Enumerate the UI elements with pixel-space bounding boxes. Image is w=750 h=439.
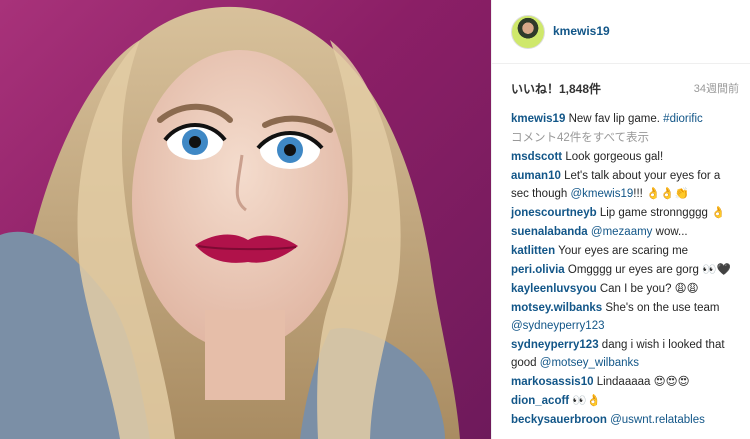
comment-item: markosassis10 Lindaaaaa 😍😍😍 (511, 373, 739, 391)
post-photo[interactable] (0, 0, 491, 439)
comment-item: beckysauerbroon @uswnt.relatables (511, 411, 739, 429)
comment-text: Lip game stronngggg (599, 207, 708, 219)
comment-username[interactable]: motsey.wilbanks (511, 302, 602, 314)
comment-username[interactable]: kayleenluvsyou (511, 283, 597, 295)
comment-emoji: !!! 👌👌👏 (633, 188, 690, 200)
comment-emoji: 👌 (711, 207, 726, 219)
comment-username[interactable]: dion_acoff (511, 395, 569, 407)
comment-username[interactable]: sydneyperry123 (511, 339, 599, 351)
caption-text: New fav lip game. (568, 113, 660, 125)
selfie-illustration (0, 6, 460, 439)
comment-text: Can I be you? (599, 283, 672, 295)
post-time[interactable]: 34週間前 (694, 80, 739, 96)
caption: kmewis19 New fav lip game. #diorific (511, 110, 739, 128)
comment-item: katlitten Your eyes are scaring me (511, 242, 739, 260)
comment-username[interactable]: beckysauerbroon (511, 414, 607, 426)
post-username[interactable]: kmewis19 (553, 24, 610, 38)
comment-emoji: wow... (652, 226, 688, 238)
comment-mention[interactable]: @kmewis19 (570, 188, 633, 200)
comment-text: Lindaaaaa (596, 376, 651, 388)
comment-mention[interactable]: @sydneyperry123 (511, 320, 605, 332)
comment-mention[interactable]: @motsey_wilbanks (540, 357, 639, 369)
comment-item: dion_acoff 👀👌 (511, 392, 739, 410)
comment-emoji: 👀🖤 (702, 264, 731, 276)
post-header: kmewis19 (492, 0, 750, 64)
comment-mention[interactable]: @mezaamy (591, 226, 653, 238)
view-all-comments-link[interactable]: コメント42件をすべて表示 (511, 129, 739, 147)
comment-item: peri.olivia Omgggg ur eyes are gorg 👀🖤 (511, 261, 739, 279)
caption-hashtag[interactable]: #diorific (663, 113, 703, 125)
comment-mention[interactable]: @uswnt.relatables (610, 414, 705, 426)
comment-item: msdscott Look gorgeous gal! (511, 148, 739, 166)
comment-item: motsey.wilbanks She's on the use team @s… (511, 299, 739, 335)
comment-list: kmewis19 New fav lip game. #diorific コメン… (511, 110, 739, 430)
comment-text: Your eyes are scaring me (558, 245, 689, 257)
comment-username[interactable]: auman10 (511, 170, 561, 182)
comment-username[interactable]: peri.olivia (511, 264, 565, 276)
comment-username[interactable]: markosassis10 (511, 376, 593, 388)
comment-username[interactable]: msdscott (511, 151, 562, 163)
comment-item: auman10 Let's talk about your eyes for a… (511, 167, 739, 203)
comment-username[interactable]: suenalabanda (511, 226, 588, 238)
comment-item: suenalabanda @mezaamy wow... (511, 223, 739, 241)
likes-count[interactable]: いいね！1,848件 (511, 82, 601, 96)
comment-username[interactable]: katlitten (511, 245, 555, 257)
comment-text: Look gorgeous gal! (565, 151, 664, 163)
caption-user[interactable]: kmewis19 (511, 113, 565, 125)
comment-username[interactable]: jonescourtneyb (511, 207, 597, 219)
comment-text: Omgggg ur eyes are gorg (567, 264, 699, 276)
comment-item: jonescourtneyb Lip game stronngggg 👌 (511, 204, 739, 222)
comment-emoji: 😍😍😍 (653, 376, 690, 388)
likes-row: いいね！1,848件 34週間前 (511, 80, 739, 97)
comment-text: She's on the use team (605, 302, 720, 314)
comment-emoji: 👀👌 (572, 395, 601, 407)
post-sidebar: kmewis19 いいね！1,848件 34週間前 kmewis19 New f… (491, 0, 750, 439)
instagram-post: kmewis19 いいね！1,848件 34週間前 kmewis19 New f… (0, 0, 750, 439)
comment-item: sydneyperry123 dang i wish i looked that… (511, 336, 739, 372)
comment-emoji: 😩😩 (674, 283, 699, 295)
comment-item: kayleenluvsyou Can I be you? 😩😩 (511, 280, 739, 298)
avatar[interactable] (511, 15, 545, 49)
